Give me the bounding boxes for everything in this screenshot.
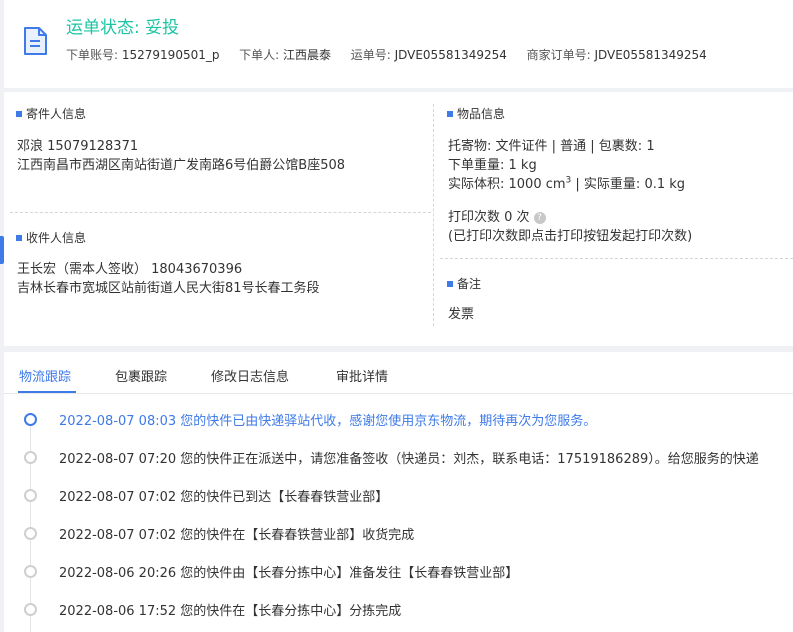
timeline-item-text: 2022-08-07 08:03 您的快件已由快递驿站代收，感谢您使用京东物流，…: [59, 414, 597, 429]
timeline-dot-icon: [24, 451, 37, 464]
remarks-section-title: 备注: [447, 275, 481, 292]
timeline-item: 2022-08-07 07:02 您的快件已到达【长春春铁营业部】: [4, 486, 793, 506]
side-tab-marker[interactable]: [0, 236, 4, 264]
timeline-item: 2022-08-06 17:52 您的快件在【长春分拣中心】分拣完成: [4, 600, 793, 620]
goods-type-count: 托寄物: 文件证件 | 普通 | 包裹数: 1: [448, 139, 655, 154]
timeline-item-text: 2022-08-07 07:02 您的快件在【长春春铁营业部】收货完成: [59, 528, 415, 543]
section-marker-icon: [16, 234, 22, 241]
sender-section-title: 寄件人信息: [16, 105, 86, 122]
waybill-label: 运单号:: [350, 48, 391, 62]
waybill-status-title: 运单状态: 妥投: [66, 18, 180, 38]
tab-package-tracking[interactable]: 包裹跟踪: [115, 366, 167, 385]
timeline-item-text: 2022-08-07 07:20 您的快件正在派送中，请您准备签收（快递员：刘杰…: [59, 452, 759, 467]
receiver-address: 吉林长春市宽城区站前街道人民大街81号长春工务段: [17, 281, 320, 296]
timeline-item: 2022-08-06 20:26 您的快件由【长春分拣中心】准备发往【长春春铁营…: [4, 562, 793, 582]
timeline-item: 2022-08-07 07:02 您的快件在【长春春铁营业部】收货完成: [4, 524, 793, 544]
merchant-order-label: 商家订单号:: [526, 48, 591, 62]
order-account-value: 15279190501_p: [121, 48, 220, 62]
orderer-label: 下单人:: [239, 48, 280, 62]
timeline-item-text: 2022-08-06 20:26 您的快件由【长春分拣中心】准备发往【长春春铁营…: [59, 566, 519, 581]
volume-weight: 实际体积: 1000 cm3 | 实际重量: 0.1 kg: [448, 175, 686, 192]
print-count: 打印次数 0 次?: [448, 206, 546, 225]
document-icon: [24, 27, 47, 55]
tracking-card: 物流跟踪 包裹跟踪 修改日志信息 审批详情 2022-08-07 08:03 您…: [4, 352, 793, 632]
column-divider: [433, 104, 434, 326]
tab-approval-details[interactable]: 审批详情: [336, 366, 388, 385]
sender-address: 江西南昌市西湖区南站街道广发南路6号伯爵公馆B座508: [17, 158, 346, 173]
order-header: 运单状态: 妥投 下单账号: 15279190501_p 下单人: 江西晨泰 运…: [4, 0, 793, 88]
merchant-order-value: JDVE05581349254: [594, 48, 707, 62]
timeline-item: 2022-08-07 08:03 您的快件已由快递驿站代收，感谢您使用京东物流，…: [4, 410, 793, 430]
sender-name-phone: 邓浪 15079128371: [17, 139, 139, 154]
goods-section-title: 物品信息: [447, 105, 505, 122]
section-marker-icon: [447, 280, 453, 287]
divider: [440, 258, 793, 259]
tab-change-log[interactable]: 修改日志信息: [211, 366, 289, 385]
help-icon[interactable]: ?: [533, 211, 546, 224]
tab-logistics-tracking[interactable]: 物流跟踪: [19, 366, 71, 385]
tracking-tabs: 物流跟踪 包裹跟踪 修改日志信息 审批详情: [4, 352, 793, 394]
timeline-dot-icon: [24, 527, 37, 540]
order-account-label: 下单账号:: [66, 48, 119, 62]
timeline-dot-icon: [24, 565, 37, 578]
timeline-dot-icon: [24, 603, 37, 616]
timeline-dot-icon: [24, 489, 37, 502]
print-count-note: (已打印次数即点击打印按钮发起打印次数): [448, 229, 693, 244]
orderer-value: 江西晨泰: [283, 48, 332, 62]
remarks-text: 发票: [448, 307, 475, 322]
section-marker-icon: [447, 110, 453, 117]
divider: [10, 212, 431, 213]
receiver-section-title: 收件人信息: [16, 229, 86, 246]
timeline-item: 2022-08-07 07:20 您的快件正在派送中，请您准备签收（快递员：刘杰…: [4, 448, 793, 468]
order-meta-row: 下单账号: 15279190501_p 下单人: 江西晨泰 运单号: JDVE0…: [66, 46, 707, 63]
timeline-item-text: 2022-08-06 17:52 您的快件在【长春分拣中心】分拣完成: [59, 604, 402, 619]
active-tab-indicator: [18, 391, 76, 393]
receiver-name-phone: 王长宏（需本人签收） 18043670396: [17, 262, 243, 277]
shipment-info-card: 寄件人信息 邓浪 15079128371 江西南昌市西湖区南站街道广发南路6号伯…: [4, 92, 793, 346]
section-marker-icon: [16, 110, 22, 117]
timeline-dot-icon: [24, 413, 37, 426]
order-weight: 下单重量: 1 kg: [448, 158, 537, 173]
timeline-item-text: 2022-08-07 07:02 您的快件已到达【长春春铁营业部】: [59, 490, 389, 505]
waybill-value: JDVE05581349254: [394, 48, 507, 62]
